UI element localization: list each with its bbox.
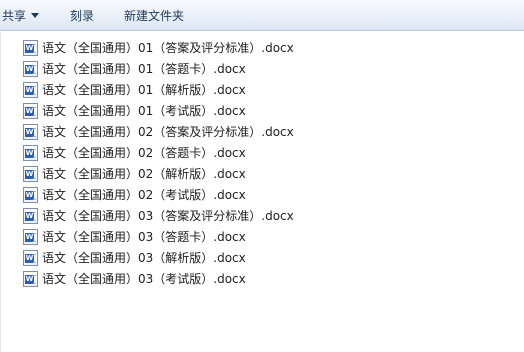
burn-label: 刻录 xyxy=(70,8,95,23)
file-name: 语文（全国通用）03（解析版）.docx xyxy=(42,251,246,265)
chevron-down-icon xyxy=(31,13,40,18)
new-folder-button[interactable]: 新建文件夹 xyxy=(124,0,184,31)
file-row[interactable]: W 语文（全国通用）01（答题卡）.docx xyxy=(1,58,524,79)
file-name: 语文（全国通用）02（答题卡）.docx xyxy=(42,146,246,160)
file-name: 语文（全国通用）02（答案及评分标准）.docx xyxy=(42,125,294,139)
word-doc-icon: W xyxy=(23,165,38,182)
file-row[interactable]: W 语文（全国通用）03（考试版）.docx xyxy=(1,268,524,289)
file-name: 语文（全国通用）01（答题卡）.docx xyxy=(42,62,246,76)
share-menu-button[interactable]: 共享 xyxy=(0,0,58,31)
word-doc-icon: W xyxy=(23,270,38,287)
file-name: 语文（全国通用）01（解析版）.docx xyxy=(42,83,246,97)
word-doc-icon: W xyxy=(23,39,38,56)
command-bar: 共享 刻录 新建文件夹 xyxy=(0,0,524,31)
file-name: 语文（全国通用）03（考试版）.docx xyxy=(42,272,246,286)
file-row[interactable]: W 语文（全国通用）03（答题卡）.docx xyxy=(1,226,524,247)
word-doc-icon: W xyxy=(23,186,38,203)
file-row[interactable]: W 语文（全国通用）02（答案及评分标准）.docx xyxy=(1,121,524,142)
word-doc-icon: W xyxy=(23,60,38,77)
share-label: 共享 xyxy=(2,8,27,23)
burn-button[interactable]: 刻录 xyxy=(58,0,124,31)
file-name: 语文（全国通用）01（考试版）.docx xyxy=(42,104,246,118)
file-row[interactable]: W 语文（全国通用）01（解析版）.docx xyxy=(1,79,524,100)
explorer-window: 共享 刻录 新建文件夹 W 语文（全国通用）01（答案及评分标准）.docx W… xyxy=(0,0,524,352)
word-doc-icon: W xyxy=(23,144,38,161)
file-row[interactable]: W 语文（全国通用）01（考试版）.docx xyxy=(1,100,524,121)
file-list: W 语文（全国通用）01（答案及评分标准）.docx W 语文（全国通用）01（… xyxy=(0,32,524,352)
file-row[interactable]: W 语文（全国通用）03（解析版）.docx xyxy=(1,247,524,268)
file-name: 语文（全国通用）02（考试版）.docx xyxy=(42,188,246,202)
file-row[interactable]: W 语文（全国通用）02（答题卡）.docx xyxy=(1,142,524,163)
file-name: 语文（全国通用）03（答题卡）.docx xyxy=(42,230,246,244)
file-row[interactable]: W 语文（全国通用）02（考试版）.docx xyxy=(1,184,524,205)
word-doc-icon: W xyxy=(23,207,38,224)
file-row[interactable]: W 语文（全国通用）02（解析版）.docx xyxy=(1,163,524,184)
file-row[interactable]: W 语文（全国通用）03（答案及评分标准）.docx xyxy=(1,205,524,226)
new-folder-label: 新建文件夹 xyxy=(124,8,185,23)
file-name: 语文（全国通用）01（答案及评分标准）.docx xyxy=(42,41,294,55)
word-doc-icon: W xyxy=(23,249,38,266)
word-doc-icon: W xyxy=(23,123,38,140)
file-row[interactable]: W 语文（全国通用）01（答案及评分标准）.docx xyxy=(1,37,524,58)
word-doc-icon: W xyxy=(23,228,38,245)
file-name: 语文（全国通用）03（答案及评分标准）.docx xyxy=(42,209,294,223)
word-doc-icon: W xyxy=(23,102,38,119)
file-name: 语文（全国通用）02（解析版）.docx xyxy=(42,167,246,181)
word-doc-icon: W xyxy=(23,81,38,98)
